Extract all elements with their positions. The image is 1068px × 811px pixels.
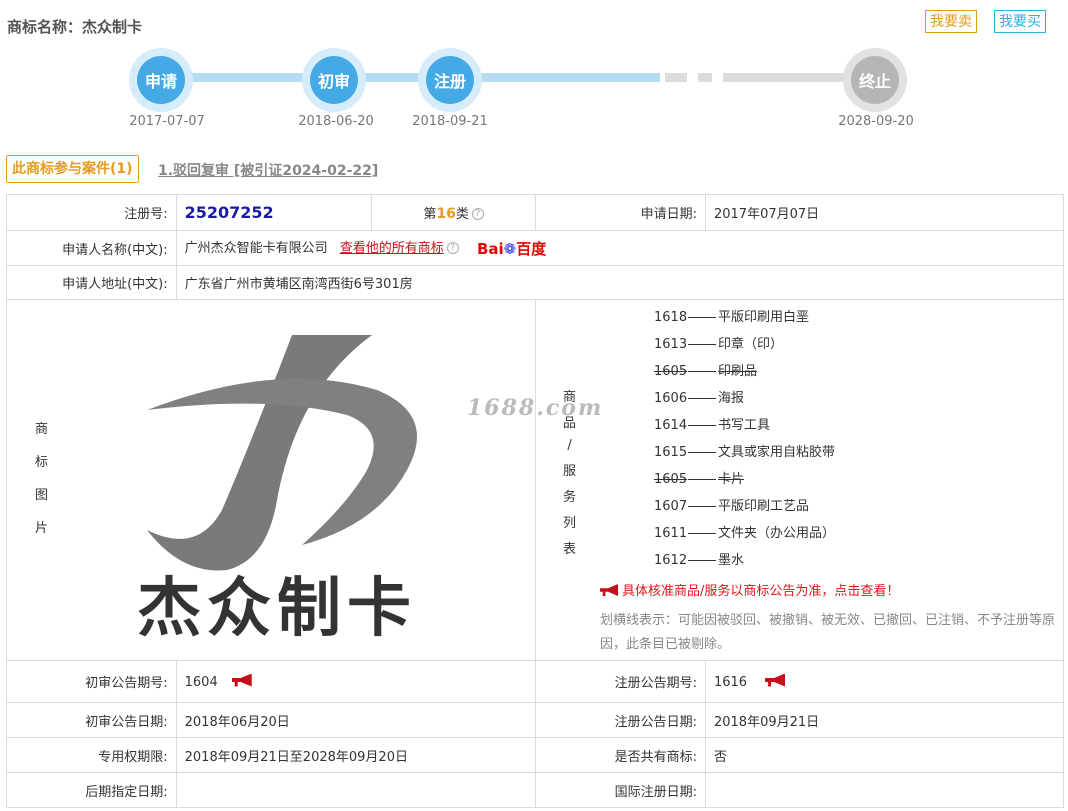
- timeline-progress-line: [160, 73, 660, 82]
- watermark: 1688.com: [467, 395, 604, 421]
- list-item: 1615 文具或家用自粘胶带: [654, 445, 836, 460]
- later-date-value: [175, 772, 537, 808]
- prelim-date-value: 2018年06月20日: [175, 702, 537, 738]
- goods-list: 1618 平版印刷用白垩 1613 印章（印） 1605 印刷品 1606 海报 161…: [536, 300, 1063, 574]
- megaphone-icon: [600, 584, 618, 596]
- megaphone-icon[interactable]: [231, 673, 252, 687]
- apply-date-label: 申请日期:: [535, 194, 706, 231]
- applicant-label: 申请人名称(中文):: [6, 230, 177, 266]
- all-marks-link[interactable]: 查看他的所有商标: [340, 241, 444, 256]
- sell-button[interactable]: 我要卖: [925, 10, 977, 33]
- prelim-no-cell: 1604: [175, 660, 537, 703]
- timeline-date: 2018-09-21: [412, 114, 488, 129]
- case-link[interactable]: 1.驳回复审 [被引证2024-02-22]: [158, 160, 378, 180]
- reg-pub-date-label: 注册公告日期:: [535, 702, 706, 738]
- reg-pub-no-value: 1616: [713, 674, 748, 690]
- list-item: 1606 海报: [654, 391, 745, 406]
- intl-date-value: [704, 772, 1065, 808]
- reg-pub-no-cell: 1616: [704, 660, 1065, 703]
- svg-text:杰众制卡: 杰众制卡: [137, 572, 417, 644]
- trademark-image-cell: 商标图片 杰众制卡: [6, 299, 536, 661]
- applicant-value: 广州杰众智能卡有限公司: [184, 241, 328, 256]
- reg-pub-date-value: 2018年09月21日: [704, 702, 1065, 738]
- reg-pub-no-label: 注册公告期号:: [535, 660, 706, 703]
- buy-button[interactable]: 我要买: [994, 10, 1046, 33]
- strike-note: 划横线表示：可能因被驳回、被撤销、被无效、已撤回、已注销、不予注册等原因，此条目…: [600, 613, 1056, 652]
- image-label: 商标图片: [35, 422, 49, 536]
- trademark-logo: 杰众制卡: [137, 335, 417, 644]
- list-item: 1614 书写工具: [654, 418, 771, 433]
- intl-date-label: 国际注册日期:: [535, 772, 706, 808]
- paw-icon: ❁: [503, 240, 517, 258]
- timeline-step-apply: 申请: [129, 48, 193, 112]
- apply-date-value: 2017年07月07日: [704, 194, 1065, 231]
- applicant-cell: 广州杰众智能卡有限公司 查看他的所有商标? Bai❁百度: [175, 230, 1065, 266]
- timeline-step-prelim: 初审: [302, 48, 366, 112]
- prelim-no-label: 初审公告期号:: [6, 660, 177, 703]
- reg-no-label: 注册号:: [6, 194, 177, 231]
- exclusive-value: 2018年09月21日至2028年09月20日: [175, 737, 537, 773]
- goods-notice-link[interactable]: 具体核准商品/服务以商标公告为准，点击查看！: [536, 580, 1063, 599]
- list-item: 1618 平版印刷用白垩: [654, 310, 810, 325]
- address-label: 申请人地址(中文):: [6, 265, 177, 300]
- help-icon[interactable]: ?: [446, 242, 459, 254]
- prelim-no-value: 1604: [184, 674, 218, 690]
- prelim-date-label: 初审公告日期:: [6, 702, 177, 738]
- megaphone-icon[interactable]: [765, 673, 786, 687]
- class-cell: 第16类?: [371, 194, 536, 231]
- timeline-dash: [665, 73, 687, 82]
- timeline-date: 2018-06-20: [298, 114, 374, 129]
- list-item: 1607 平版印刷工艺品: [654, 499, 810, 514]
- baidu-logo[interactable]: Bai❁百度: [477, 238, 546, 259]
- reg-no-value: 25207252: [184, 203, 274, 222]
- list-item: 1605 卡片: [654, 472, 745, 487]
- timeline-date: 2017-07-07: [129, 114, 205, 129]
- trademark-info-table: 注册号: 25207252 第16类? 申请日期: 2017年07月07日 申请…: [6, 194, 1065, 808]
- list-item: 1605 印刷品: [654, 364, 758, 379]
- shared-label: 是否共有商标:: [535, 737, 706, 773]
- goods-cell: 商品 / 服务列表 1618 平版印刷用白垩 1613 印章（印） 1605 印刷品 16…: [535, 299, 1064, 661]
- class-number[interactable]: 16: [436, 206, 455, 222]
- timeline-step-register: 注册: [418, 48, 482, 112]
- help-icon[interactable]: ?: [471, 208, 484, 220]
- address-value: 广东省广州市黄埔区南湾西街6号301房: [175, 265, 1065, 300]
- list-item: 1613 印章（印）: [654, 337, 784, 352]
- shared-value: 否: [704, 737, 1065, 773]
- later-date-label: 后期指定日期:: [6, 772, 177, 808]
- list-item: 1611 文件夹（办公用品）: [654, 526, 836, 541]
- timeline-step-terminate: 终止: [843, 48, 907, 112]
- trademark-title: 商标名称：杰众制卡: [7, 18, 143, 36]
- cases-tab[interactable]: 此商标参与案件(1): [6, 155, 139, 183]
- list-item: 1612 墨水: [654, 553, 745, 568]
- timeline-date: 2028-09-20: [838, 114, 914, 129]
- timeline-dash: [698, 73, 712, 82]
- exclusive-label: 专用权期限:: [6, 737, 177, 773]
